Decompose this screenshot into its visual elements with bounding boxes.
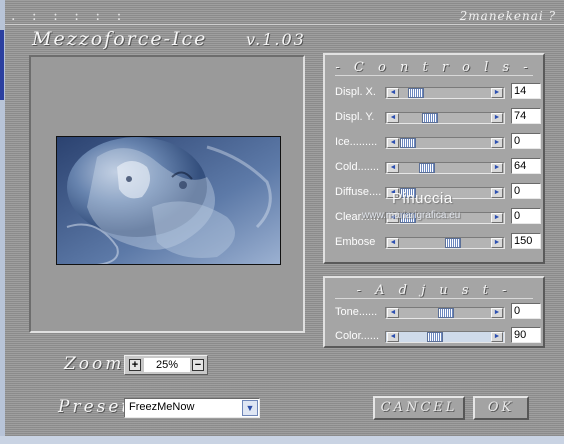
arrow-right-icon[interactable]: ► [491, 308, 503, 318]
adjust-slider-thumb[interactable] [438, 308, 454, 318]
app-title: Mezzoforce-Ice [32, 28, 208, 50]
arrow-right-icon[interactable]: ► [491, 332, 503, 342]
controls-slider-track[interactable]: ◄ ► [385, 237, 505, 249]
arrow-right-icon[interactable]: ► [491, 113, 503, 123]
adjust-slider-thumb[interactable] [426, 332, 443, 342]
controls-slider-label: Ice......... [335, 136, 378, 148]
controls-title: - C o n t r o l s - [335, 60, 533, 75]
preset-dropdown[interactable]: FreezMeNow ▼ [124, 398, 260, 418]
arrow-left-icon[interactable]: ◄ [387, 308, 399, 318]
zoom-value: 25% [144, 358, 190, 372]
desktop-edge-bottom [0, 436, 564, 444]
adjust-slider-label: Tone...... [335, 306, 378, 318]
adjust-slider-row: Tone...... ◄ ► 0 [325, 303, 543, 321]
adjust-title-line [335, 298, 533, 299]
adjust-slider-value-field[interactable]: 0 [511, 303, 541, 319]
adjust-slider-label: Color...... [335, 330, 380, 342]
controls-slider-row: Cold....... ◄ ► 64 [325, 158, 543, 176]
chevron-down-icon[interactable]: ▼ [242, 400, 258, 416]
app-version: v.1.03 [246, 30, 306, 49]
adjust-slider-track[interactable]: ◄ ► [385, 307, 505, 319]
brand-help-link[interactable]: 2manekenai ? [460, 9, 556, 23]
controls-slider-value-field[interactable]: 0 [511, 133, 541, 149]
controls-slider-label: Displ. X. [335, 86, 376, 98]
controls-panel: - C o n t r o l s - Displ. X. ◄ ► 14 Displ. … [323, 53, 545, 264]
arrow-right-icon[interactable]: ► [491, 88, 503, 98]
controls-slider-thumb[interactable] [407, 88, 424, 98]
controls-slider-row: Displ. X. ◄ ► 14 [325, 83, 543, 101]
arrow-left-icon[interactable]: ◄ [387, 332, 399, 342]
controls-slider-track[interactable]: ◄ ► [385, 137, 505, 149]
controls-slider-track[interactable]: ◄ ► [385, 87, 505, 99]
drag-dots[interactable]: . : : : : : [11, 8, 127, 24]
controls-slider-value-field[interactable]: 14 [511, 83, 541, 99]
adjust-title: - A d j u s t - [356, 283, 512, 298]
zoom-label: Zoom [64, 354, 125, 374]
controls-slider-track[interactable]: ◄ ► [385, 112, 505, 124]
arrow-left-icon[interactable]: ◄ [387, 238, 399, 248]
title-divider [5, 24, 564, 25]
watermark-name: Pinuccia [392, 190, 453, 207]
arrow-right-icon[interactable]: ► [491, 213, 503, 223]
controls-slider-value-field[interactable]: 150 [511, 233, 541, 249]
controls-slider-thumb[interactable] [422, 113, 439, 123]
preset-label: Preset [58, 397, 132, 417]
controls-slider-value-field[interactable]: 0 [511, 183, 541, 199]
controls-slider-row: Embose ◄ ► 150 [325, 233, 543, 251]
arrow-left-icon[interactable]: ◄ [387, 138, 399, 148]
controls-slider-value-field[interactable]: 0 [511, 208, 541, 224]
adjust-slider-row: Color...... ◄ ► 90 [325, 327, 543, 345]
arrow-left-icon[interactable]: ◄ [387, 88, 399, 98]
zoom-in-button[interactable]: + [129, 359, 141, 371]
controls-slider-value-field[interactable]: 64 [511, 158, 541, 174]
cancel-button[interactable]: CANCEL [373, 396, 465, 420]
desktop-edge-strip [0, 30, 4, 100]
controls-slider-label: Displ. Y. [335, 111, 375, 123]
controls-slider-track[interactable]: ◄ ► [385, 162, 505, 174]
arrow-right-icon[interactable]: ► [491, 188, 503, 198]
arrow-right-icon[interactable]: ► [491, 163, 503, 173]
ok-button[interactable]: OK [473, 396, 529, 420]
arrow-left-icon[interactable]: ◄ [387, 163, 399, 173]
adjust-panel: - A d j u s t - Tone...... ◄ ► 0 Color......… [323, 276, 545, 348]
preview-icy-picture [57, 137, 280, 264]
zoom-control: + 25% − [124, 355, 208, 375]
filter-window: . : : : : : 2manekenai ? Mezzoforce-Ice … [0, 0, 564, 444]
controls-title-line [335, 75, 533, 76]
controls-slider-row: Displ. Y. ◄ ► 74 [325, 108, 543, 126]
controls-slider-label: Diffuse.... [335, 186, 382, 198]
controls-slider-thumb[interactable] [400, 138, 416, 148]
adjust-slider-value-field[interactable]: 90 [511, 327, 541, 343]
zoom-out-button[interactable]: − [192, 359, 204, 371]
title-bar[interactable]: . : : : : : 2manekenai ? [5, 6, 564, 26]
watermark-url: www.mariarigrafica.eu [362, 210, 461, 221]
preset-selected-value: FreezMeNow [129, 401, 195, 413]
controls-slider-value-field[interactable]: 74 [511, 108, 541, 124]
controls-slider-label: Cold....... [335, 161, 380, 173]
adjust-slider-track[interactable]: ◄ ► [385, 331, 505, 343]
controls-slider-thumb[interactable] [419, 163, 435, 173]
arrow-left-icon[interactable]: ◄ [387, 113, 399, 123]
arrow-right-icon[interactable]: ► [491, 238, 503, 248]
arrow-right-icon[interactable]: ► [491, 138, 503, 148]
controls-slider-label: Embose [335, 236, 376, 248]
controls-slider-row: Ice......... ◄ ► 0 [325, 133, 543, 151]
controls-slider-thumb[interactable] [444, 238, 461, 248]
preview-image[interactable] [56, 136, 281, 265]
